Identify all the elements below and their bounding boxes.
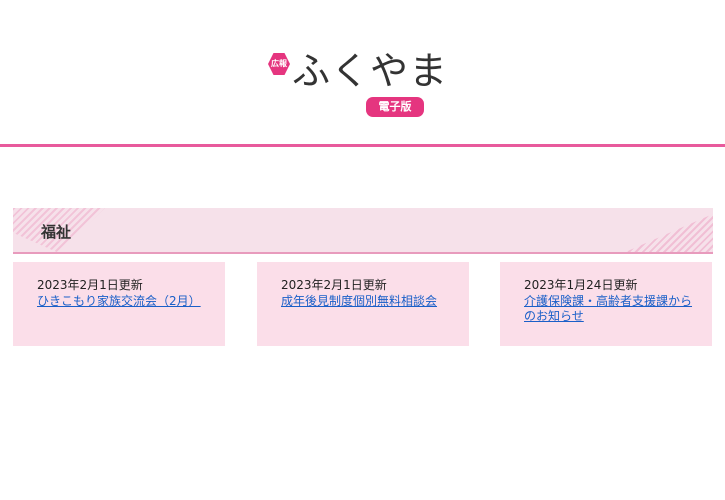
article-card: 2023年2月1日更新 ひきこもり家族交流会（2月） — [13, 262, 225, 346]
article-list: 2023年2月1日更新 ひきこもり家族交流会（2月） 2023年2月1日更新 成… — [13, 262, 713, 346]
article-link[interactable]: 介護保険課・高齢者支援課からのお知らせ — [524, 294, 698, 324]
article-date: 2023年1月24日更新 — [524, 278, 638, 292]
article-card: 2023年2月1日更新 成年後見制度個別無料相談会 — [257, 262, 469, 346]
section-title: 福祉 — [41, 223, 72, 241]
article-link[interactable]: ひきこもり家族交流会（2月） — [37, 294, 211, 309]
header-divider — [0, 144, 725, 147]
logo-badge: 電子版 — [366, 97, 424, 117]
section-underline — [13, 252, 713, 254]
section-header: 福祉 — [13, 208, 713, 253]
site-logo[interactable]: 広報 ふくやま 電子版 — [268, 46, 447, 122]
article-date: 2023年2月1日更新 — [281, 278, 387, 292]
article-card: 2023年1月24日更新 介護保険課・高齢者支援課からのお知らせ — [500, 262, 712, 346]
site-header: 広報 ふくやま 電子版 — [0, 0, 725, 149]
article-link[interactable]: 成年後見制度個別無料相談会 — [281, 294, 455, 309]
decorative-stripes-right — [623, 214, 713, 253]
article-date: 2023年2月1日更新 — [37, 278, 143, 292]
logo-mark: 広報 — [268, 53, 290, 75]
logo-title: ふくやま — [292, 49, 449, 93]
